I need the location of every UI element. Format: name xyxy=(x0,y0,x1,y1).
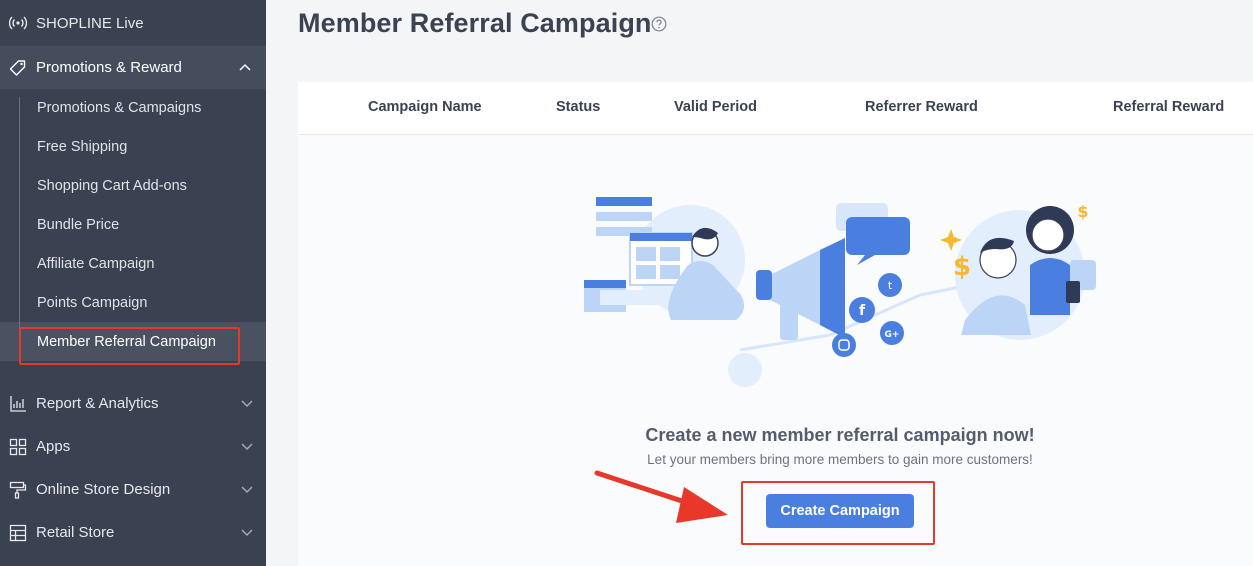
nav-item-retail-store[interactable]: Retail Store xyxy=(0,511,266,554)
broadcast-icon xyxy=(9,14,27,32)
chevron-down-icon[interactable] xyxy=(240,526,254,540)
nav-item-label: SHOPLINE Live xyxy=(36,14,144,32)
sidebar: SHOPLINE Live Promotions & Reward Promot… xyxy=(0,0,266,566)
svg-text:t: t xyxy=(888,279,893,292)
nav-item-label: Apps xyxy=(36,438,71,455)
chevron-up-icon[interactable] xyxy=(238,60,252,74)
empty-state-title: Create a new member referral campaign no… xyxy=(645,425,1035,445)
svg-text:f: f xyxy=(859,303,866,319)
nav-section-promotions-reward[interactable]: Promotions & Reward xyxy=(0,46,266,89)
column-header-referrer-reward: Referrer Reward xyxy=(865,99,978,115)
sidebar-item-promotions-campaigns[interactable]: Promotions & Campaigns xyxy=(37,98,201,118)
sidebar-item-shopping-cart-addons[interactable]: Shopping Cart Add-ons xyxy=(37,176,187,196)
nav-item-label: Online Store Design xyxy=(36,481,171,498)
promotions-submenu: Promotions & Campaigns Free Shipping Sho… xyxy=(0,89,266,361)
sidebar-item-points-campaign[interactable]: Points Campaign xyxy=(37,293,147,313)
table-header: Campaign Name Status Valid Period Referr… xyxy=(298,82,1253,135)
column-header-valid-period: Valid Period xyxy=(674,99,757,115)
store-icon xyxy=(9,524,27,542)
column-header-status: Status xyxy=(556,99,601,115)
nav-item-label: Report & Analytics xyxy=(36,395,159,412)
nav-item-report-analytics[interactable]: Report & Analytics xyxy=(0,382,266,425)
svg-text:$: $ xyxy=(953,252,971,282)
highlight-box-sidebar xyxy=(19,327,240,365)
nav-item-label: Retail Store xyxy=(36,524,115,541)
sidebar-item-affiliate-campaign[interactable]: Affiliate Campaign xyxy=(37,254,154,274)
chart-icon xyxy=(9,395,27,413)
nav-item-apps[interactable]: Apps xyxy=(0,425,266,468)
nav-item-online-store-design[interactable]: Online Store Design xyxy=(0,468,266,511)
nav-item-shopline-live[interactable]: SHOPLINE Live xyxy=(0,0,266,46)
svg-text:G+: G+ xyxy=(885,330,900,340)
tag-icon xyxy=(9,59,27,77)
column-header-campaign-name: Campaign Name xyxy=(368,99,482,115)
sidebar-item-free-shipping[interactable]: Free Shipping xyxy=(37,137,127,157)
chevron-down-icon[interactable] xyxy=(240,397,254,411)
help-icon[interactable] xyxy=(651,16,667,32)
submenu-guide-line xyxy=(19,97,20,352)
sidebar-item-bundle-price[interactable]: Bundle Price xyxy=(37,215,119,235)
page-title: Member Referral Campaign xyxy=(298,8,652,38)
annotation-arrow xyxy=(594,470,728,523)
nav-section-label: Promotions & Reward xyxy=(36,59,182,76)
chevron-down-icon[interactable] xyxy=(240,483,254,497)
paint-roller-icon xyxy=(9,481,27,499)
column-header-referral-reward: Referral Reward xyxy=(1113,99,1225,115)
apps-grid-icon xyxy=(9,438,27,456)
svg-text:$: $ xyxy=(1077,202,1088,221)
chevron-down-icon[interactable] xyxy=(240,440,254,454)
highlight-box-button xyxy=(741,481,935,545)
referral-illustration: t f G+ $ $ xyxy=(584,197,1096,387)
